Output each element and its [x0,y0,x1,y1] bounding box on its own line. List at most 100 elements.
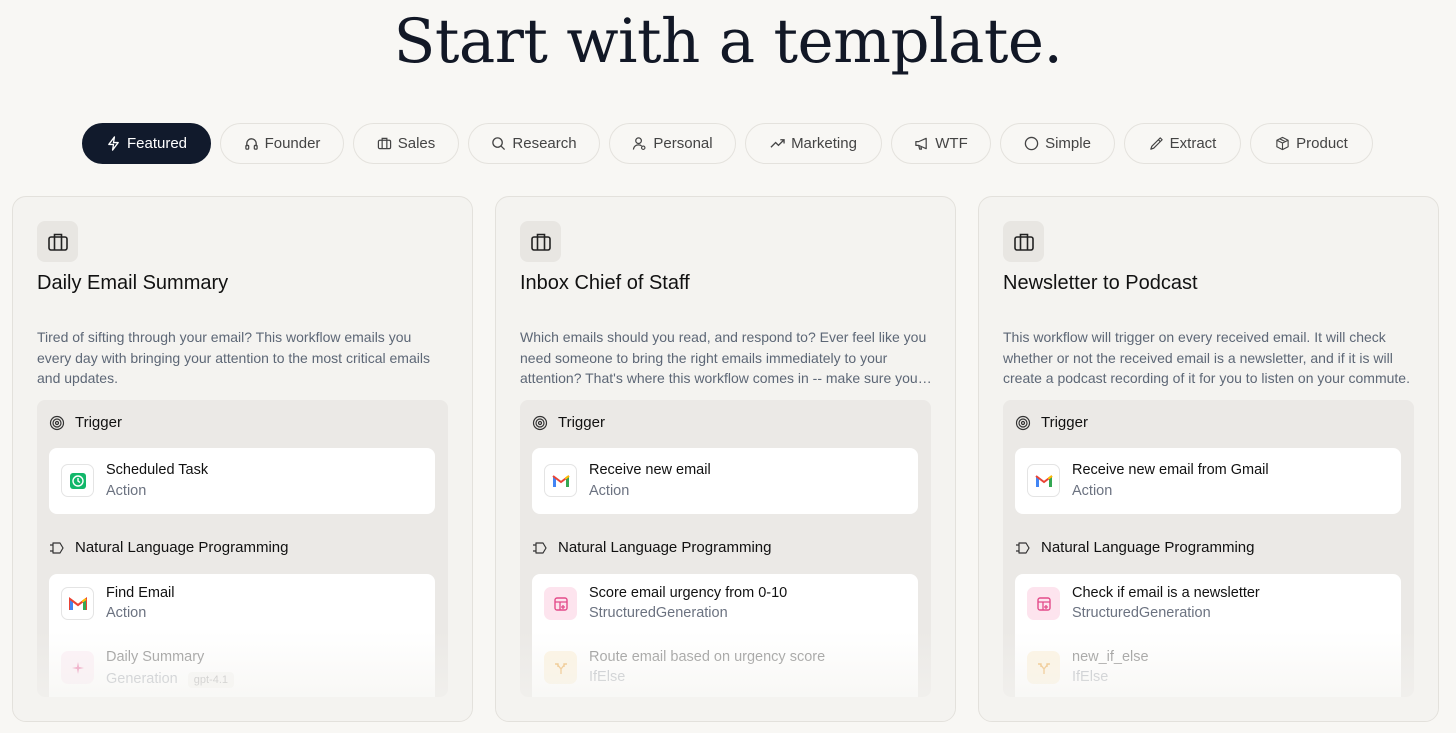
trend-icon [770,139,785,148]
code-icon [533,541,547,554]
step-type: Action [1072,483,1113,499]
page-title: Start with a template. [393,6,1063,77]
search-icon [492,137,506,151]
briefcase-icon [1003,221,1044,262]
step-name: Receive new email from Gmail [1072,462,1269,478]
category-tabs: Featured Founder Sales Research Personal… [82,123,1373,164]
tab-extract[interactable]: Extract [1124,123,1241,164]
nlp-section: Natural Language Programming [49,539,288,556]
nlp-label: Natural Language Programming [75,539,289,556]
tab-label: Sales [397,135,436,152]
step-name: Receive new email [589,462,711,478]
briefcase-icon [377,137,391,150]
step-type: IfElse [589,669,626,685]
target-icon [49,415,65,430]
tab-research[interactable]: Research [468,123,600,164]
tab-label: WTF [935,135,968,152]
nlp-label: Natural Language Programming [558,539,772,556]
card-title: Newsletter to Podcast [1003,272,1198,294]
lightning-icon [108,136,119,151]
tab-label: Product [1296,135,1348,152]
workflow-step[interactable]: Check if email is a newsletter Structure… [1015,574,1401,697]
workflow-steps: Trigger Scheduled Task Action Natural La… [37,400,448,697]
target-icon [532,415,548,430]
nlp-section: Natural Language Programming [1015,539,1254,556]
trigger-step[interactable]: Scheduled Task Action [49,448,435,514]
step-name: Scheduled Task [106,462,209,478]
tab-founder[interactable]: Founder [220,123,344,164]
tab-wtf[interactable]: WTF [891,123,991,164]
step-type: StructuredGeneration [589,605,728,621]
template-card[interactable]: Newsletter to Podcast This workflow will… [978,196,1439,722]
target-icon [1015,415,1031,430]
pipette-icon [1149,137,1163,150]
step-type: Action [106,605,147,621]
step-name: Check if email is a newsletter [1072,585,1260,601]
nlp-section: Natural Language Programming [532,539,771,556]
trigger-label: Trigger [1041,414,1088,431]
step-type: Action [589,483,630,499]
code-icon [1016,541,1030,554]
split-icon [1027,651,1060,684]
gmail-icon [544,464,577,497]
gmail-icon [1027,464,1060,497]
gmail-icon [61,587,94,620]
template-card[interactable]: Inbox Chief of Staff Which emails should… [495,196,956,722]
tab-label: Extract [1169,135,1217,152]
trigger-step[interactable]: Receive new email from Gmail Action [1015,448,1401,514]
sparkle-icon [61,651,94,684]
card-description: This workflow will trigger on every rece… [1003,329,1410,386]
clock-icon [61,464,94,497]
card-title: Daily Email Summary [37,272,229,294]
trigger-section: Trigger [1015,414,1088,431]
split-icon [544,651,577,684]
workflow-steps: Trigger Receive new email Action Natural… [520,400,931,697]
step-name: Score email urgency from 0-10 [589,585,788,601]
briefcase-icon [520,221,561,262]
template-card[interactable]: Daily Email Summary Tired of sifting thr… [12,196,473,722]
table-icon [1027,587,1060,620]
box-icon [1276,136,1289,151]
megaphone-icon [915,137,928,150]
tab-personal[interactable]: Personal [609,123,736,164]
table-icon [544,587,577,620]
workflow-steps: Trigger Receive new email from Gmail Act… [1003,400,1414,697]
tab-label: Personal [653,135,713,152]
workflow-step[interactable]: Find Email Action Daily Summary Generati… [49,574,435,697]
code-icon [50,541,64,554]
step-name: Find Email [106,585,175,601]
trigger-label: Trigger [558,414,605,431]
step-type: IfElse [1072,669,1109,685]
tab-sales[interactable]: Sales [353,123,459,164]
step-name: Route email based on urgency score [589,649,826,665]
step-name: new_if_else [1072,649,1149,665]
trigger-step[interactable]: Receive new email Action [532,448,918,514]
tab-label: Marketing [791,135,857,152]
card-title: Inbox Chief of Staff [520,272,690,294]
trigger-label: Trigger [75,414,122,431]
card-description: Tired of sifting through your email? Thi… [37,329,430,386]
tab-label: Simple [1045,135,1091,152]
circle-icon [1024,136,1039,151]
tab-featured[interactable]: Featured [82,123,211,164]
workflow-step[interactable]: Score email urgency from 0-10 Structured… [532,574,918,697]
step-type: Action [106,483,147,499]
user-icon [633,137,646,150]
tab-product[interactable]: Product [1250,123,1373,164]
trigger-section: Trigger [532,414,605,431]
briefcase-icon [37,221,78,262]
headphones-icon [244,138,258,150]
step-type-row: Generation gpt-4.1 [106,671,234,688]
tab-label: Featured [126,135,188,152]
tab-simple[interactable]: Simple [1000,123,1115,164]
step-name: Daily Summary [106,649,205,665]
tab-label: Founder [264,135,321,152]
tab-marketing[interactable]: Marketing [745,123,882,164]
tab-label: Research [512,135,577,152]
step-type: StructuredGeneration [1072,605,1211,621]
nlp-label: Natural Language Programming [1041,539,1255,556]
step-type: Generation [106,671,178,687]
card-description: Which emails should you read, and respon… [520,329,927,386]
model-badge: gpt-4.1 [187,672,234,688]
trigger-section: Trigger [49,414,122,431]
